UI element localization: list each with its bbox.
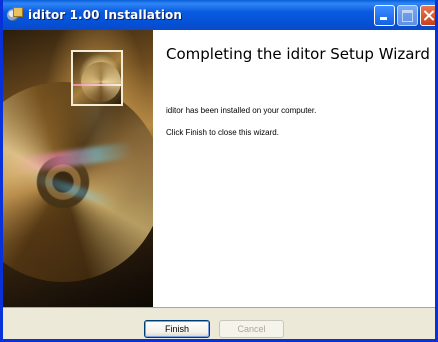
wizard-heading: Completing the iditor Setup Wizard <box>166 45 430 63</box>
minimize-icon[interactable] <box>374 5 395 26</box>
disc-graphic <box>3 82 153 282</box>
close-icon[interactable] <box>420 5 435 26</box>
package-icon <box>13 7 23 17</box>
cancel-button: Cancel <box>219 320 284 338</box>
window-controls <box>374 5 435 26</box>
wizard-side-banner <box>3 30 153 307</box>
finish-button[interactable]: Finish <box>144 320 210 338</box>
thumbnail-highlight <box>73 84 121 86</box>
button-bar: Finish Cancel <box>3 307 435 339</box>
disc-thumbnail <box>71 50 123 106</box>
installer-window: iditor 1.00 Installation Completing the … <box>0 0 438 342</box>
thumbnail-disc <box>81 62 121 102</box>
maximize-icon <box>397 5 418 26</box>
wizard-content: Completing the iditor Setup Wizard idito… <box>153 30 435 307</box>
window-title: iditor 1.00 Installation <box>28 8 183 22</box>
close-instruction: Click Finish to close this wizard. <box>166 128 279 137</box>
installer-icon <box>7 7 23 23</box>
title-bar[interactable]: iditor 1.00 Installation <box>3 0 435 30</box>
installed-message: iditor has been installed on your comput… <box>166 106 317 115</box>
